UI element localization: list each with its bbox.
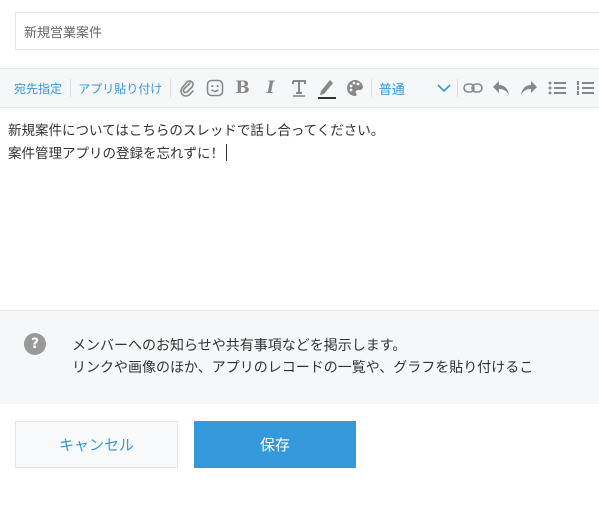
save-button[interactable]: 保存 (194, 421, 356, 468)
text-caret (226, 144, 227, 161)
editor-line: 新規案件についてはこちらのスレッドで話し合ってください。 (8, 123, 385, 139)
question-icon: ? (24, 333, 46, 355)
info-text: メンバーへのお知らせや共有事項などを掲示します。 リンクや画像のほか、アプリのレ… (72, 335, 533, 379)
chevron-down-icon (437, 84, 451, 93)
cancel-button[interactable]: キャンセル (15, 421, 178, 468)
emoji-icon[interactable] (201, 74, 229, 102)
message-editor[interactable]: 新規案件についてはこちらのスレッドで話し合ってください。 案件管理アプリの登録を… (0, 108, 599, 308)
editor-line: 案件管理アプリの登録を忘れずに！ (8, 146, 224, 162)
pencil-icon[interactable] (313, 74, 341, 102)
font-size-select[interactable]: 普通 (373, 79, 455, 98)
info-line: リンクや画像のほか、アプリのレコードの一覧や、グラフを貼り付けるこ (72, 360, 534, 376)
numbered-list-icon[interactable] (571, 74, 599, 102)
info-line: メンバーへのお知らせや共有事項などを掲示します。 (72, 338, 407, 354)
italic-icon[interactable]: I (257, 74, 285, 102)
thread-title-input[interactable] (15, 12, 599, 50)
editor-line-with-caret: 案件管理アプリの登録を忘れずに！ (8, 143, 591, 166)
editor-toolbar: 宛先指定 アプリ貼り付け B I 普通 (0, 68, 599, 108)
bulleted-list-icon[interactable] (543, 74, 571, 102)
text-format-icon[interactable] (285, 74, 313, 102)
app-paste-button[interactable]: アプリ貼り付け (72, 80, 168, 97)
redo-icon[interactable] (515, 74, 543, 102)
link-icon[interactable] (459, 74, 487, 102)
undo-icon[interactable] (487, 74, 515, 102)
palette-icon[interactable] (341, 74, 369, 102)
info-panel: ? メンバーへのお知らせや共有事項などを掲示します。 リンクや画像のほか、アプリ… (0, 310, 599, 404)
paperclip-icon[interactable] (173, 74, 201, 102)
bold-icon[interactable]: B (229, 74, 257, 102)
recipient-button[interactable]: 宛先指定 (8, 80, 68, 97)
font-size-value: 普通 (378, 82, 405, 98)
